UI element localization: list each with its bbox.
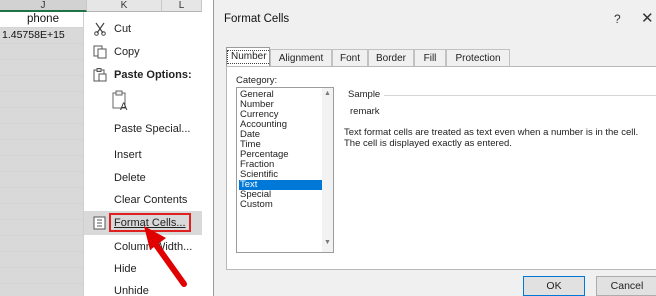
spreadsheet-area: J K L phone 1.45758E+15 Cut Copy Paste O…: [0, 0, 202, 296]
number-tab-panel: Category: General Number Currency Accoun…: [226, 66, 656, 270]
scissors-icon: [93, 22, 107, 36]
paste-icon: [93, 68, 107, 82]
menu-item-label: Clear Contents: [114, 194, 188, 206]
cell[interactable]: [0, 140, 87, 156]
cell[interactable]: [0, 220, 87, 236]
cell[interactable]: [0, 268, 87, 284]
sample-group: Sample remark: [344, 89, 656, 122]
cell[interactable]: [0, 92, 87, 108]
format-cells-icon: [93, 216, 107, 230]
cell[interactable]: [0, 172, 87, 188]
menu-item-label: Insert: [114, 149, 142, 161]
menu-item-delete[interactable]: Delete: [84, 167, 202, 189]
menu-item-label: Paste Special...: [114, 123, 191, 135]
cell[interactable]: [0, 76, 87, 92]
menu-item-insert[interactable]: Insert: [84, 144, 202, 166]
format-cells-dialog: Format Cells ? ✕ Number Alignment Font B…: [213, 0, 656, 296]
format-description: Text format cells are treated as text ev…: [344, 127, 656, 149]
category-list[interactable]: General Number Currency Accounting Date …: [236, 87, 334, 253]
paste-text-option[interactable]: A: [84, 88, 202, 114]
sample-label: Sample: [348, 89, 381, 100]
cell[interactable]: [0, 108, 87, 124]
menu-item-label: Delete: [114, 172, 146, 184]
cell[interactable]: [0, 60, 87, 76]
cell[interactable]: [0, 156, 87, 172]
scroll-down-icon[interactable]: ▼: [324, 239, 331, 246]
paste-text-icon: A: [112, 90, 130, 113]
tab-number[interactable]: Number: [226, 47, 271, 67]
tab-fill[interactable]: Fill: [414, 49, 446, 67]
category-label: Category:: [236, 75, 278, 86]
menu-item-copy[interactable]: Copy: [84, 41, 202, 63]
svg-text:A: A: [120, 101, 128, 112]
tab-protection[interactable]: Protection: [446, 49, 510, 67]
column-header-l[interactable]: L: [162, 0, 202, 12]
menu-item-label: Hide: [114, 263, 137, 275]
menu-item-clear-contents[interactable]: Clear Contents: [84, 189, 202, 211]
menu-item-paste-special[interactable]: Paste Special...: [84, 118, 202, 140]
tab-alignment[interactable]: Alignment: [270, 49, 332, 67]
menu-item-paste-options: Paste Options:: [84, 64, 202, 86]
menu-item-label: Cut: [114, 23, 132, 35]
menu-item-label: Copy: [114, 46, 140, 58]
cell[interactable]: [0, 188, 87, 204]
menu-item-cut[interactable]: Cut: [84, 18, 202, 40]
cell-phone-header[interactable]: phone: [0, 12, 87, 28]
category-scrollbar[interactable]: ▲ ▼: [322, 88, 333, 252]
close-icon[interactable]: ✕: [641, 9, 654, 27]
ok-button[interactable]: OK: [523, 276, 585, 296]
tab-font[interactable]: Font: [332, 49, 368, 67]
category-item[interactable]: Custom: [239, 200, 323, 210]
cell[interactable]: [0, 204, 87, 220]
tab-label: Number: [227, 50, 271, 64]
cell-phone-value[interactable]: 1.45758E+15: [0, 28, 87, 44]
cell[interactable]: [0, 124, 87, 140]
cell[interactable]: [0, 252, 87, 268]
copy-icon: [93, 45, 107, 59]
column-header-j[interactable]: J: [0, 0, 87, 12]
help-button[interactable]: ?: [614, 12, 621, 26]
description-line: Text format cells are treated as text ev…: [344, 127, 639, 138]
cell[interactable]: [0, 236, 87, 252]
sample-value: remark: [350, 106, 380, 117]
tab-border[interactable]: Border: [368, 49, 414, 67]
column-header-k[interactable]: K: [87, 0, 162, 12]
menu-item-label: Paste Options:: [114, 69, 192, 81]
cell[interactable]: [0, 284, 87, 296]
divider: [384, 95, 656, 96]
cancel-button[interactable]: Cancel: [596, 276, 656, 296]
description-line: The cell is displayed exactly as entered…: [344, 138, 512, 149]
scroll-up-icon[interactable]: ▲: [324, 90, 331, 97]
cell[interactable]: [0, 44, 87, 60]
dialog-title: Format Cells: [224, 13, 290, 25]
red-arrow-icon: [144, 226, 187, 287]
